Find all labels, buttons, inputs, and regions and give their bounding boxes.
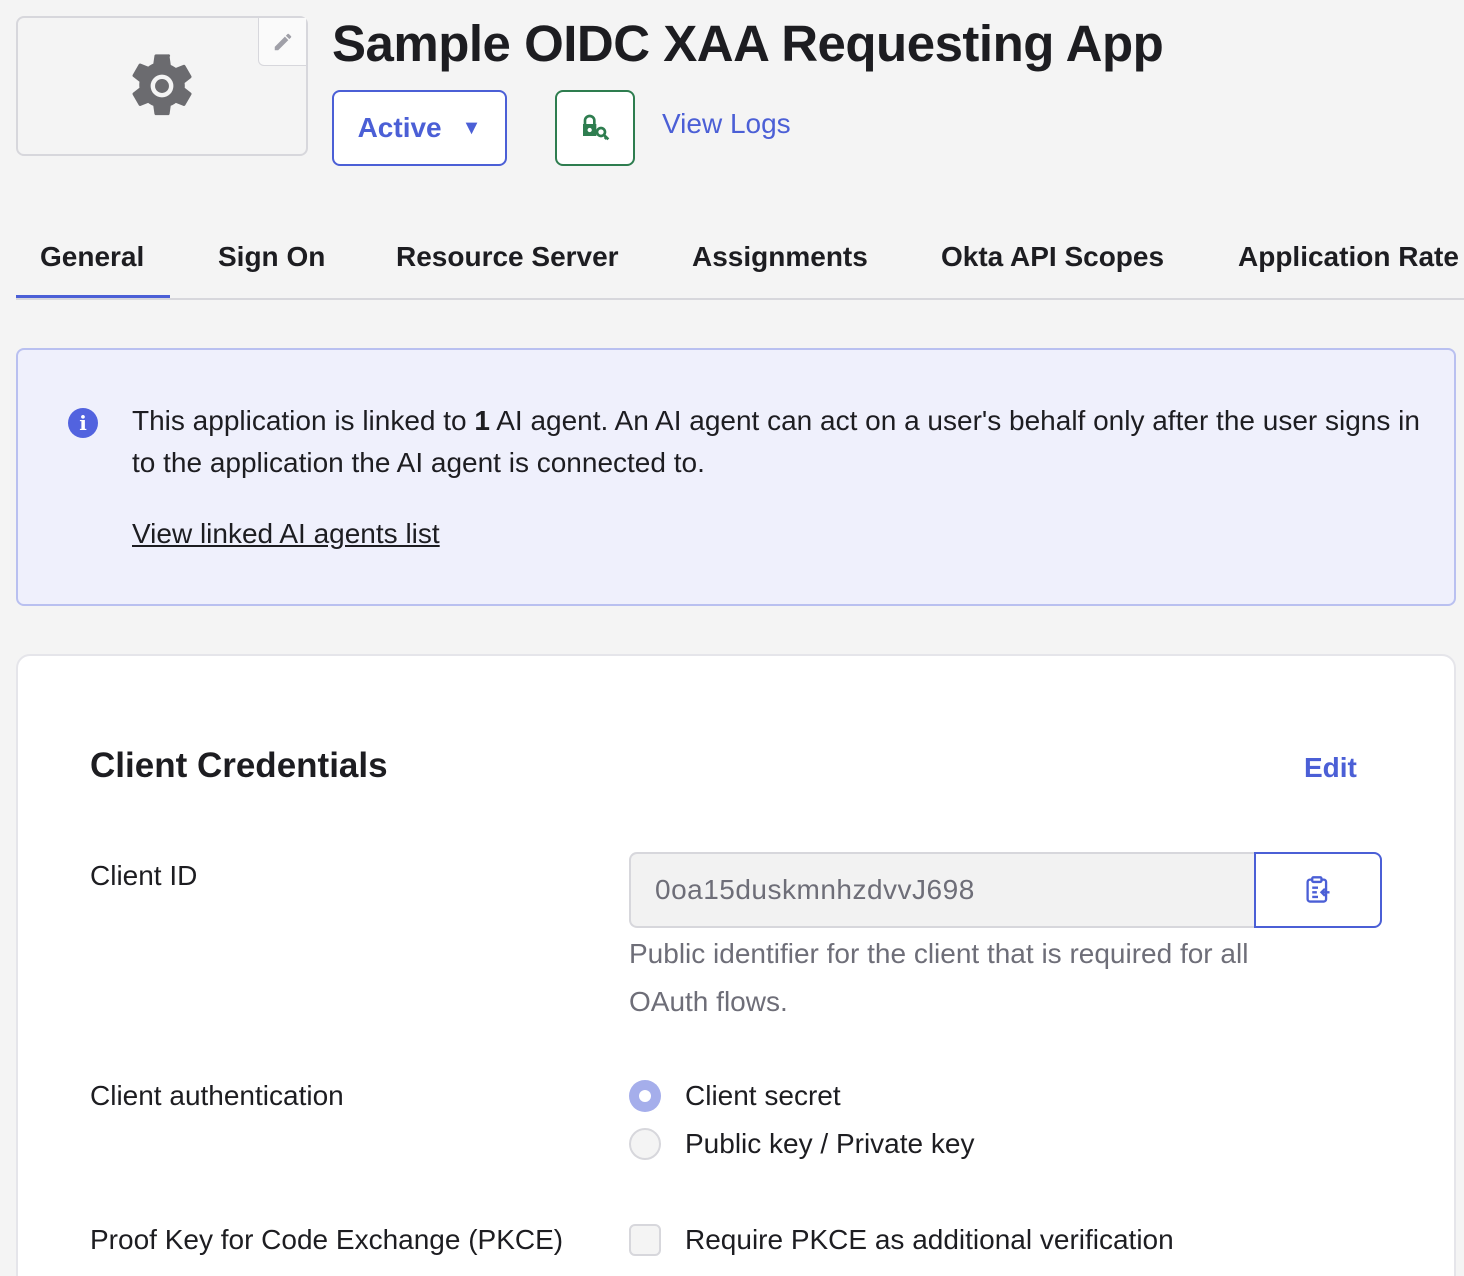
client-credentials-card: Client Credentials Edit Client ID 0oa15d… <box>16 654 1456 1276</box>
edit-logo-button[interactable] <box>258 18 306 66</box>
caret-down-icon: ▼ <box>461 116 482 139</box>
section-title: Client Credentials <box>90 746 388 785</box>
banner-agent-count: 1 <box>474 405 490 436</box>
ai-agent-info-banner: i This application is linked to 1 AI age… <box>16 348 1456 606</box>
tab-resource-server[interactable]: Resource Server <box>396 222 619 298</box>
copy-client-id-button[interactable] <box>1254 852 1382 928</box>
status-label: Active <box>357 112 442 143</box>
radio-label: Client secret <box>685 1080 841 1111</box>
radio-public-private-key[interactable]: Public key / Private key <box>629 1128 974 1160</box>
edit-button[interactable]: Edit <box>1304 752 1357 784</box>
info-icon: i <box>68 408 98 438</box>
pkce-label: Proof Key for Code Exchange (PKCE) <box>90 1224 564 1255</box>
gear-icon <box>132 54 192 116</box>
tab-bar: General Sign On Resource Server Assignme… <box>16 222 1464 300</box>
radio-selected[interactable] <box>629 1080 661 1112</box>
status-dropdown-button[interactable]: Active ▼ <box>332 90 507 166</box>
client-auth-label: Client authentication <box>90 1080 344 1111</box>
pkce-checkbox-row[interactable]: Require PKCE as additional verification <box>629 1224 1174 1256</box>
pkce-option-label: Require PKCE as additional verification <box>685 1224 1174 1255</box>
lock-key-icon <box>583 114 610 141</box>
view-logs-link[interactable]: View Logs <box>662 108 791 140</box>
banner-message: This application is linked to 1 AI agent… <box>132 400 1422 484</box>
app-title: Sample OIDC XAA Requesting App <box>332 15 1164 72</box>
banner-text-before: This application is linked to <box>132 405 475 436</box>
app-logo-tile <box>16 16 308 156</box>
tab-application-rate[interactable]: Application Rate <box>1238 222 1459 298</box>
radio-label: Public key / Private key <box>685 1128 975 1159</box>
pkce-checkbox[interactable] <box>629 1224 661 1256</box>
pencil-icon <box>274 33 291 50</box>
tab-okta-api-scopes[interactable]: Okta API Scopes <box>941 222 1164 298</box>
credentials-key-button[interactable] <box>555 90 635 166</box>
client-id-hint: Public identifier for the client that is… <box>629 938 1249 1017</box>
radio-unselected[interactable] <box>629 1128 661 1160</box>
tab-assignments[interactable]: Assignments <box>692 222 868 298</box>
tab-sign-on[interactable]: Sign On <box>218 222 325 298</box>
client-id-label: Client ID <box>90 860 198 891</box>
view-linked-ai-agents-link[interactable]: View linked AI agents list <box>132 518 440 550</box>
tab-general[interactable]: General <box>16 222 171 298</box>
clipboard-copy-icon <box>1306 876 1330 903</box>
radio-client-secret[interactable]: Client secret <box>629 1080 841 1112</box>
client-id-field: 0oa15duskmnhzdvvJ698 <box>629 852 1257 928</box>
